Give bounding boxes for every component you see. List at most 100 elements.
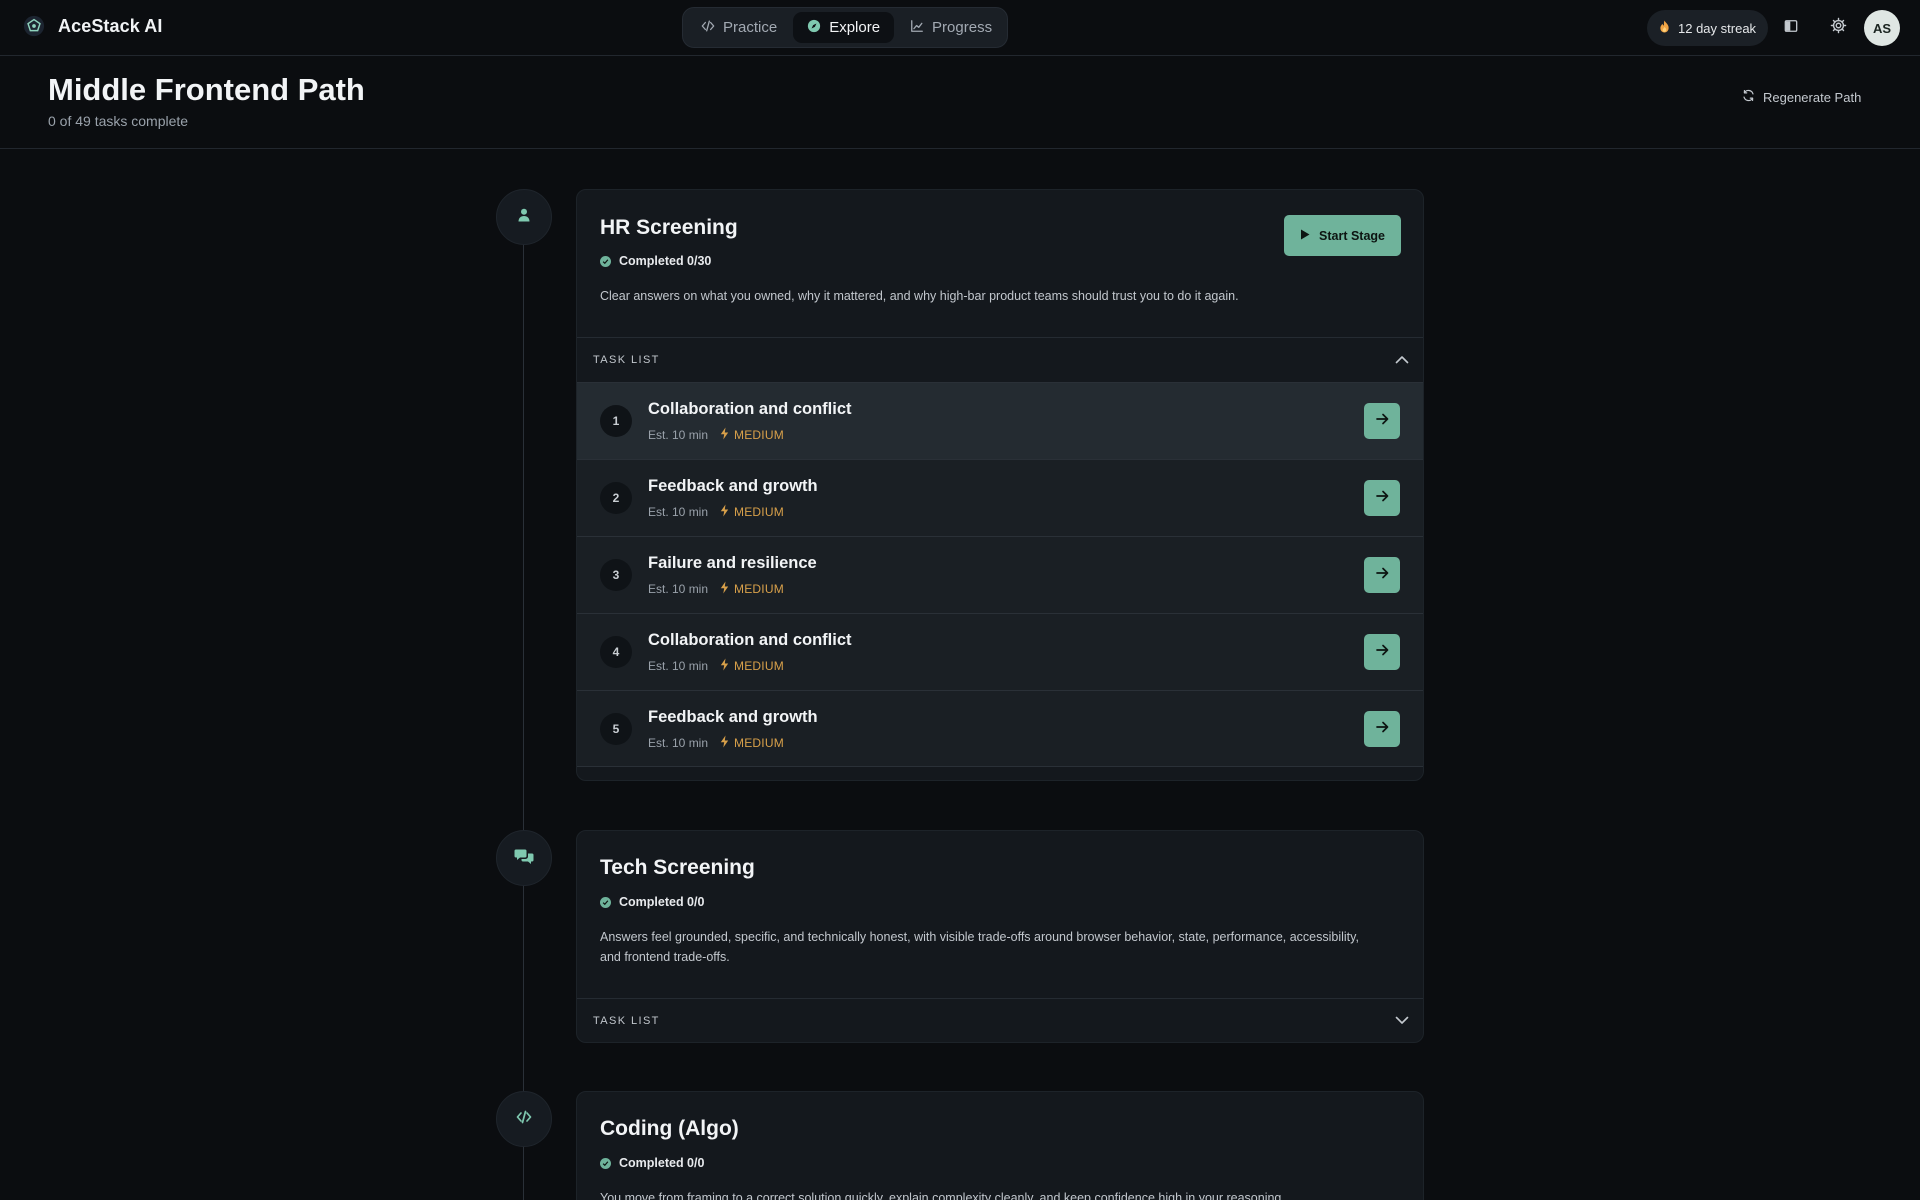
person-icon (516, 207, 532, 228)
task-title: Failure and resilience (648, 554, 817, 572)
task-meta: Est. 10 min MEDIUM (648, 735, 784, 751)
arrow-right-icon (1375, 720, 1389, 738)
stage-completed-label: Completed 0/0 (619, 895, 705, 909)
page-header: Middle Frontend Path 0 of 49 tasks compl… (0, 56, 1920, 149)
task-difficulty: MEDIUM (720, 581, 784, 597)
check-circle-icon (600, 896, 611, 908)
task-estimate: Est. 10 min (648, 736, 709, 750)
task-difficulty: MEDIUM (720, 658, 784, 674)
regenerate-path-label: Regenerate Path (1763, 89, 1862, 105)
task-difficulty: MEDIUM (720, 504, 784, 520)
open-task-button[interactable] (1364, 403, 1400, 439)
refresh-icon (1742, 89, 1755, 105)
task-number: 4 (600, 636, 632, 668)
stage-coding-icon (496, 1091, 552, 1147)
nav-practice-label: Practice (723, 19, 778, 36)
nav-explore[interactable]: Explore (793, 12, 895, 43)
play-icon (1300, 229, 1310, 243)
chevron-up-icon (1395, 351, 1409, 369)
task-meta: Est. 10 min MEDIUM (648, 427, 784, 443)
stage-completed-status: Completed 0/0 (600, 1156, 704, 1170)
gear-icon (1830, 17, 1847, 39)
open-task-button[interactable] (1364, 711, 1400, 747)
nav-progress[interactable]: Progress (896, 12, 1006, 43)
brand[interactable]: AceStack AI (22, 14, 163, 38)
arrow-right-icon (1375, 412, 1389, 430)
nav-practice[interactable]: Practice (687, 12, 791, 43)
task-row[interactable]: 5 Feedback and growth Est. 10 min MEDIUM (577, 690, 1423, 767)
app-name: AceStack AI (58, 15, 163, 36)
task-meta: Est. 10 min MEDIUM (648, 581, 784, 597)
streak-badge[interactable]: 12 day streak (1647, 10, 1769, 46)
chevron-down-icon (1395, 1012, 1409, 1030)
stage-title: Coding (Algo) (600, 1117, 739, 1140)
progress-summary: 0 of 49 tasks complete (48, 113, 189, 129)
arrow-right-icon (1375, 489, 1389, 507)
task-list-label: TASK LIST (593, 1015, 660, 1027)
start-stage-label: Start Stage (1319, 228, 1385, 243)
lightning-icon (720, 735, 729, 751)
task-estimate: Est. 10 min (648, 428, 709, 442)
stage-title: HR Screening (600, 216, 738, 239)
task-title: Feedback and growth (648, 708, 818, 726)
lightning-icon (720, 658, 729, 674)
check-circle-icon (600, 255, 611, 267)
stage-title: Tech Screening (600, 856, 755, 879)
open-task-button[interactable] (1364, 480, 1400, 516)
task-number: 2 (600, 482, 632, 514)
regenerate-path-button[interactable]: Regenerate Path (1742, 89, 1861, 105)
task-row[interactable]: 1 Collaboration and conflict Est. 10 min… (577, 382, 1423, 459)
task-title: Collaboration and conflict (648, 400, 852, 418)
nav-progress-label: Progress (932, 19, 993, 36)
task-difficulty-label: MEDIUM (734, 505, 784, 519)
stage-completed-status: Completed 0/30 (600, 254, 711, 268)
code-icon (515, 1109, 533, 1130)
task-title: Collaboration and conflict (648, 631, 852, 649)
main-nav: Practice Explore Progress (682, 7, 1008, 48)
open-task-button[interactable] (1364, 557, 1400, 593)
task-meta: Est. 10 min MEDIUM (648, 658, 784, 674)
task-difficulty: MEDIUM (720, 427, 784, 443)
task-difficulty-label: MEDIUM (734, 736, 784, 750)
compass-icon (807, 19, 821, 37)
stage-tech-icon (496, 830, 552, 886)
stage-description: You move from framing to a correct solut… (600, 1191, 1285, 1200)
task-number: 1 (600, 405, 632, 437)
arrow-right-icon (1375, 643, 1389, 661)
flame-icon (1659, 20, 1670, 36)
sidebar-toggle-button[interactable] (1776, 13, 1806, 43)
task-estimate: Est. 10 min (648, 659, 709, 673)
task-estimate: Est. 10 min (648, 505, 709, 519)
open-task-button[interactable] (1364, 634, 1400, 670)
logo-icon (22, 14, 46, 38)
code-icon (701, 19, 715, 37)
task-difficulty: MEDIUM (720, 735, 784, 751)
task-difficulty-label: MEDIUM (734, 582, 784, 596)
task-number: 5 (600, 713, 632, 745)
stage-hr-icon (496, 189, 552, 245)
start-stage-button[interactable]: Start Stage (1284, 215, 1401, 256)
stage-card-coding-algo: Coding (Algo) Completed 0/0 You move fro… (576, 1091, 1424, 1200)
sidebar-panel-icon (1784, 19, 1798, 38)
stage-completed-status: Completed 0/0 (600, 895, 704, 909)
task-row[interactable]: 3 Failure and resilience Est. 10 min MED… (577, 536, 1423, 613)
lightning-icon (720, 427, 729, 443)
settings-button[interactable] (1823, 13, 1853, 43)
stage-completed-label: Completed 0/30 (619, 254, 712, 268)
task-number: 3 (600, 559, 632, 591)
stage-description: Answers feel grounded, specific, and tec… (600, 930, 1359, 964)
lightning-icon (720, 504, 729, 520)
chart-line-icon (910, 19, 924, 37)
task-row[interactable]: 2 Feedback and growth Est. 10 min MEDIUM (577, 459, 1423, 536)
task-row[interactable]: 4 Collaboration and conflict Est. 10 min… (577, 613, 1423, 690)
task-estimate: Est. 10 min (648, 582, 709, 596)
arrow-right-icon (1375, 566, 1389, 584)
task-list-toggle[interactable]: TASK LIST (577, 337, 1423, 382)
task-list-toggle[interactable]: TASK LIST (577, 998, 1423, 1042)
stage-description: Clear answers on what you owned, why it … (600, 289, 1239, 303)
streak-label: 12 day streak (1678, 20, 1757, 36)
avatar[interactable]: AS (1864, 10, 1900, 46)
nav-explore-label: Explore (829, 19, 881, 36)
chat-bubbles-icon (514, 847, 534, 870)
check-circle-icon (600, 1157, 611, 1169)
